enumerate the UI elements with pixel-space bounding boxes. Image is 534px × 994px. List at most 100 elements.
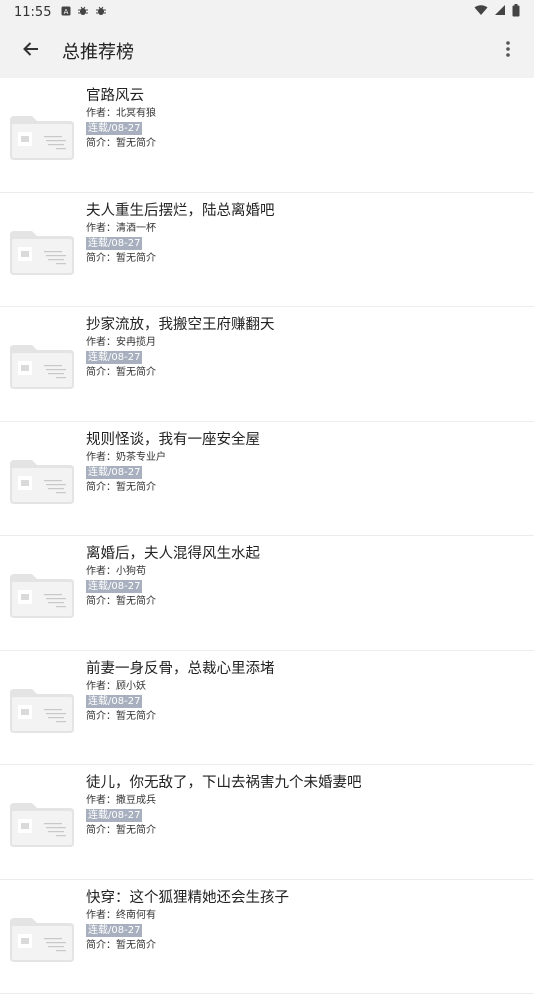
book-author: 作者：顾小妖 [86, 679, 524, 694]
book-title: 前妻一身反骨，总裁心里添堵 [86, 659, 524, 679]
book-intro: 简介：暂无简介 [86, 251, 524, 266]
book-title: 快穿：这个狐狸精她还会生孩子 [86, 888, 524, 908]
author-prefix: 作者： [86, 566, 116, 577]
list-item[interactable]: 快穿：这个狐狸精她还会生孩子 作者：终南何有 连载/08-27 简介：暂无简介 [0, 880, 534, 994]
status-badge: 连载/08-27 [86, 580, 142, 593]
book-intro: 简介：暂无简介 [86, 938, 524, 953]
intro-prefix: 简介： [86, 253, 116, 264]
intro-prefix: 简介： [86, 825, 116, 836]
book-title: 离婚后，夫人混得风生水起 [86, 544, 524, 564]
author-prefix: 作者： [86, 108, 116, 119]
author-prefix: 作者： [86, 452, 116, 463]
author-name: 奶茶专业户 [116, 452, 166, 463]
book-info: 夫人重生后摆烂，陆总离婚吧 作者：清酒一杯 连载/08-27 简介：暂无简介 [86, 201, 524, 266]
intro-text: 暂无简介 [116, 482, 156, 493]
book-list: 官路风云 作者：北冥有狼 连载/08-27 简介：暂无简介 夫人重生后摆烂，陆总… [0, 78, 534, 994]
intro-prefix: 简介： [86, 482, 116, 493]
author-name: 顾小妖 [116, 681, 146, 692]
book-title: 规则怪谈，我有一座安全屋 [86, 430, 524, 450]
svg-text:A: A [64, 8, 69, 16]
status-badge: 连载/08-27 [86, 695, 142, 708]
author-name: 撒豆成兵 [116, 795, 156, 806]
status-badge: 连载/08-27 [86, 466, 142, 479]
status-badge: 连载/08-27 [86, 351, 142, 364]
author-name: 小狗苟 [116, 566, 146, 577]
book-info: 抄家流放，我搬空王府赚翻天 作者：安冉揽月 连载/08-27 简介：暂无简介 [86, 315, 524, 380]
bug-icon [95, 5, 107, 20]
battery-icon [512, 4, 520, 21]
author-prefix: 作者： [86, 795, 116, 806]
app-bar: 总推荐榜 [0, 24, 534, 78]
book-intro: 简介：暂无简介 [86, 823, 524, 838]
book-author: 作者：清酒一杯 [86, 221, 524, 236]
book-author: 作者：安冉揽月 [86, 335, 524, 350]
book-info: 离婚后，夫人混得风生水起 作者：小狗苟 连载/08-27 简介：暂无简介 [86, 544, 524, 609]
book-author: 作者：奶茶专业户 [86, 450, 524, 465]
list-item[interactable]: 离婚后，夫人混得风生水起 作者：小狗苟 连载/08-27 简介：暂无简介 [0, 536, 534, 651]
list-item[interactable]: 规则怪谈，我有一座安全屋 作者：奶茶专业户 连载/08-27 简介：暂无简介 [0, 422, 534, 537]
bug-icon [77, 5, 89, 20]
book-title: 官路风云 [86, 86, 524, 106]
status-badge: 连载/08-27 [86, 809, 142, 822]
more-button[interactable] [482, 24, 534, 78]
status-bar: 11:55 A [0, 0, 534, 24]
arrow-left-icon [22, 40, 40, 62]
page-title: 总推荐榜 [62, 38, 134, 64]
book-intro: 简介：暂无简介 [86, 709, 524, 724]
author-name: 清酒一杯 [116, 223, 156, 234]
book-info: 快穿：这个狐狸精她还会生孩子 作者：终南何有 连载/08-27 简介：暂无简介 [86, 888, 524, 953]
book-cover-placeholder-icon [10, 801, 74, 847]
author-name: 北冥有狼 [116, 108, 156, 119]
intro-text: 暂无简介 [116, 253, 156, 264]
list-item[interactable]: 夫人重生后摆烂，陆总离婚吧 作者：清酒一杯 连载/08-27 简介：暂无简介 [0, 193, 534, 308]
list-item[interactable]: 徒儿，你无敌了，下山去祸害九个未婚妻吧 作者：撒豆成兵 连载/08-27 简介：… [0, 765, 534, 880]
intro-text: 暂无简介 [116, 367, 156, 378]
back-button[interactable] [0, 24, 62, 78]
status-time: 11:55 [14, 5, 51, 20]
book-author: 作者：终南何有 [86, 908, 524, 923]
book-intro: 简介：暂无简介 [86, 480, 524, 495]
author-prefix: 作者： [86, 223, 116, 234]
intro-text: 暂无简介 [116, 825, 156, 836]
wifi-icon [474, 4, 488, 20]
book-info: 规则怪谈，我有一座安全屋 作者：奶茶专业户 连载/08-27 简介：暂无简介 [86, 430, 524, 495]
book-cover-placeholder-icon [10, 458, 74, 504]
book-cover-placeholder-icon [10, 229, 74, 275]
author-prefix: 作者： [86, 910, 116, 921]
author-name: 安冉揽月 [116, 337, 156, 348]
list-item[interactable]: 前妻一身反骨，总裁心里添堵 作者：顾小妖 连载/08-27 简介：暂无简介 [0, 651, 534, 766]
book-info: 前妻一身反骨，总裁心里添堵 作者：顾小妖 连载/08-27 简介：暂无简介 [86, 659, 524, 724]
book-cover-placeholder-icon [10, 343, 74, 389]
book-title: 徒儿，你无敌了，下山去祸害九个未婚妻吧 [86, 773, 524, 793]
book-cover-placeholder-icon [10, 916, 74, 962]
book-cover-placeholder-icon [10, 687, 74, 733]
book-cover-placeholder-icon [10, 572, 74, 618]
book-intro: 简介：暂无简介 [86, 365, 524, 380]
list-item[interactable]: 抄家流放，我搬空王府赚翻天 作者：安冉揽月 连载/08-27 简介：暂无简介 [0, 307, 534, 422]
book-title: 夫人重生后摆烂，陆总离婚吧 [86, 201, 524, 221]
book-info: 徒儿，你无敌了，下山去祸害九个未婚妻吧 作者：撒豆成兵 连载/08-27 简介：… [86, 773, 524, 838]
author-prefix: 作者： [86, 681, 116, 692]
list-item[interactable]: 官路风云 作者：北冥有狼 连载/08-27 简介：暂无简介 [0, 78, 534, 193]
book-author: 作者：撒豆成兵 [86, 793, 524, 808]
author-prefix: 作者： [86, 337, 116, 348]
status-badge: 连载/08-27 [86, 924, 142, 937]
intro-text: 暂无简介 [116, 596, 156, 607]
book-intro: 简介：暂无简介 [86, 594, 524, 609]
notification-a-icon: A [61, 6, 71, 19]
signal-icon [494, 4, 506, 20]
intro-prefix: 简介： [86, 138, 116, 149]
intro-prefix: 简介： [86, 367, 116, 378]
more-vert-icon [506, 40, 510, 62]
intro-prefix: 简介： [86, 596, 116, 607]
book-intro: 简介：暂无简介 [86, 136, 524, 151]
book-title: 抄家流放，我搬空王府赚翻天 [86, 315, 524, 335]
intro-prefix: 简介： [86, 711, 116, 722]
book-author: 作者：小狗苟 [86, 564, 524, 579]
status-badge: 连载/08-27 [86, 237, 142, 250]
status-badge: 连载/08-27 [86, 122, 142, 135]
author-name: 终南何有 [116, 910, 156, 921]
intro-text: 暂无简介 [116, 711, 156, 722]
book-author: 作者：北冥有狼 [86, 106, 524, 121]
intro-text: 暂无简介 [116, 138, 156, 149]
